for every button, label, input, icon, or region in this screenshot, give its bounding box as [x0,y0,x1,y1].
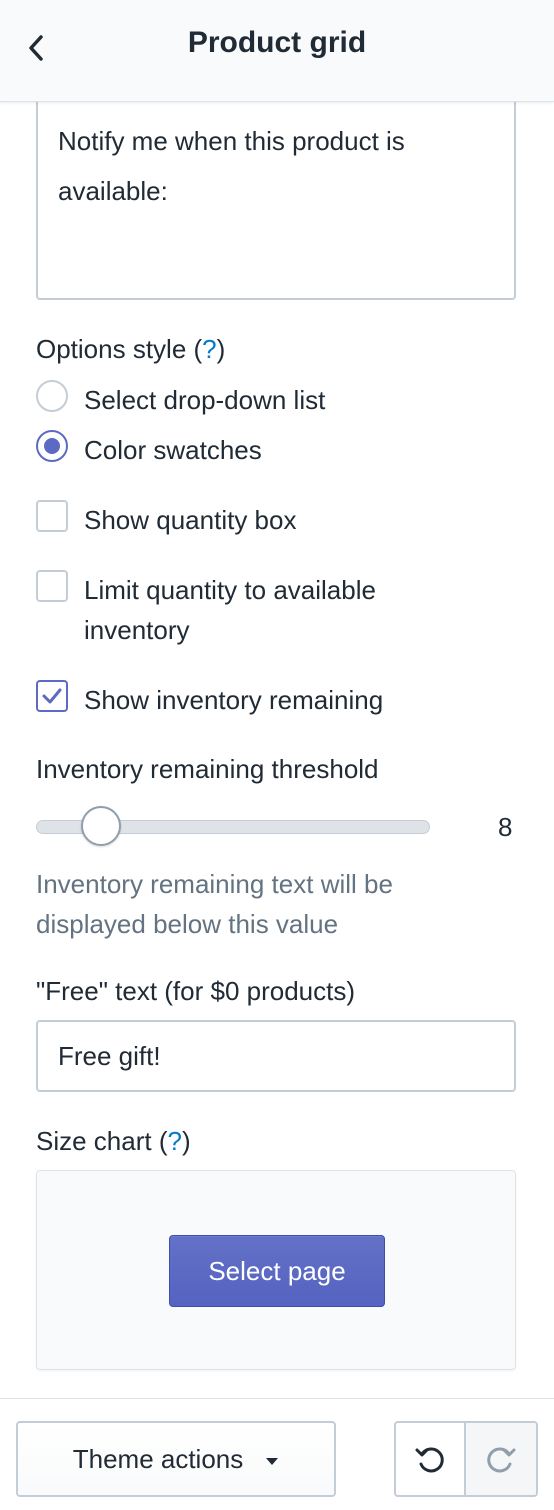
radio-color-swatches[interactable]: Color swatches [36,430,262,470]
threshold-slider-thumb[interactable] [81,806,122,846]
caret-down-icon [266,1458,279,1465]
size-chart-label: Size chart (?) [36,1126,191,1156]
checkbox-show-inventory[interactable]: Show inventory remaining [36,680,383,720]
size-chart-picker: Select page [36,1170,516,1370]
free-text-input[interactable] [36,1020,516,1092]
threshold-hint: Inventory remaining text will be display… [36,869,393,939]
theme-actions-label: Theme actions [72,1443,244,1474]
notify-message-textarea[interactable]: Notify me when this product is available… [36,100,516,300]
radio-label: Color swatches [84,435,262,465]
threshold-value: 8 [498,812,513,842]
checkbox-label: Show quantity box [84,505,297,535]
redo-icon [487,1447,516,1473]
radio-button[interactable] [36,380,68,412]
checkbox-checked[interactable] [36,680,68,712]
top-bar: Product grid [0,0,554,102]
options-style-help-link[interactable]: ? [202,334,216,364]
radio-button-selected[interactable] [36,430,68,462]
redo-button[interactable] [466,1423,536,1495]
checkbox-label: Show inventory remaining [84,685,384,715]
undo-redo-group [394,1421,538,1497]
checkbox-label: Limit quantity to available inventory [84,575,376,645]
select-page-button[interactable]: Select page [169,1235,385,1307]
checkmark-icon [42,688,62,704]
checkbox[interactable] [36,500,68,532]
options-style-label: Options style (?) [36,334,226,364]
size-chart-help-link[interactable]: ? [168,1126,182,1156]
threshold-label: Inventory remaining threshold [36,754,379,784]
undo-icon [415,1447,444,1473]
footer-bar: Theme actions [0,1398,554,1510]
radio-select-dropdown[interactable]: Select drop-down list [36,380,325,420]
theme-actions-button[interactable]: Theme actions [16,1421,336,1497]
checkbox-show-quantity[interactable]: Show quantity box [36,500,296,540]
page-title: Product grid [187,26,367,59]
checkbox-limit-quantity[interactable]: Limit quantity to available inventory [36,570,476,650]
checkbox[interactable] [36,570,68,602]
undo-button[interactable] [396,1423,467,1495]
radio-label: Select drop-down list [84,385,326,415]
free-text-label: "Free" text (for $0 products) [36,976,356,1006]
